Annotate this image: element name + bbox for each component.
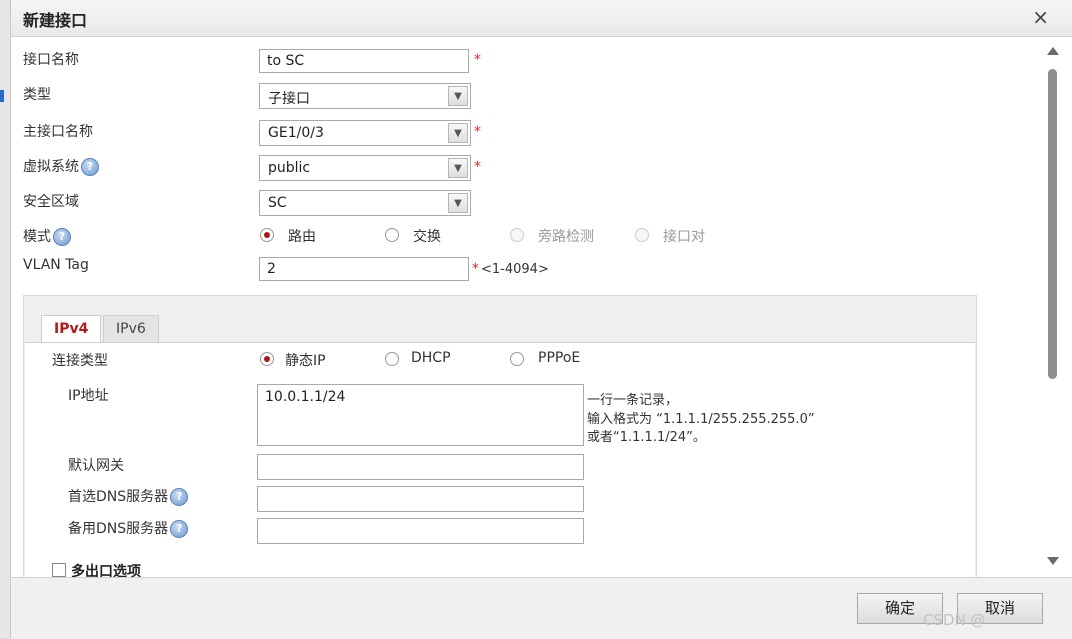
ip-address-textarea[interactable]: 10.0.1.1/24 xyxy=(257,384,584,446)
background-marker xyxy=(0,90,4,102)
dialog-title: 新建接口 xyxy=(23,11,88,30)
required-mark: * xyxy=(474,124,481,140)
type-label: 类型 xyxy=(23,87,51,103)
type-select[interactable]: 子接口 ▼ xyxy=(259,83,471,109)
mode-option-pair: 接口对 xyxy=(663,229,705,245)
default-gateway-input[interactable] xyxy=(257,454,584,480)
ip-hint-line1: 一行一条记录， xyxy=(587,393,679,408)
scroll-thumb[interactable] xyxy=(1048,69,1057,379)
mode-option-switch: 交换 xyxy=(413,229,441,245)
security-zone-select[interactable]: SC ▼ xyxy=(259,190,471,216)
conn-option-static: 静态IP xyxy=(285,353,326,369)
security-zone-label: 安全区域 xyxy=(23,194,79,210)
vertical-scrollbar[interactable] xyxy=(1043,37,1065,577)
chevron-down-icon: ▼ xyxy=(448,193,468,213)
virtual-system-select[interactable]: public ▼ xyxy=(259,155,471,181)
parent-interface-label: 主接口名称 xyxy=(23,124,93,140)
close-icon[interactable]: × xyxy=(1032,5,1049,29)
mode-radio-switch[interactable] xyxy=(385,228,399,242)
chevron-down-icon: ▼ xyxy=(448,123,468,143)
required-mark: * xyxy=(472,261,479,277)
scroll-down-icon[interactable] xyxy=(1047,557,1059,565)
help-icon[interactable]: ? xyxy=(81,158,99,176)
vlan-range-hint: <1-4094> xyxy=(481,262,549,277)
new-interface-dialog: 新建接口 × 接口名称 * 类型 子接口 ▼ 主接口名称 GE1/0/3 ▼ *… xyxy=(10,0,1072,639)
help-icon[interactable]: ? xyxy=(170,520,189,538)
help-icon[interactable]: ? xyxy=(170,488,189,506)
mode-radio-route[interactable] xyxy=(260,228,274,242)
scroll-up-icon[interactable] xyxy=(1047,47,1059,55)
multi-exit-checkbox[interactable] xyxy=(52,563,66,577)
backup-dns-label: 备用DNS服务器? xyxy=(68,518,189,538)
backup-dns-input[interactable] xyxy=(257,518,584,544)
primary-dns-label: 首选DNS服务器? xyxy=(68,486,189,506)
help-icon[interactable]: ? xyxy=(53,228,71,246)
default-gateway-label: 默认网关 xyxy=(68,458,124,474)
virtual-system-value: public xyxy=(268,160,311,176)
conn-radio-static[interactable] xyxy=(260,352,274,366)
interface-name-label: 接口名称 xyxy=(23,52,79,68)
dialog-body: 接口名称 * 类型 子接口 ▼ 主接口名称 GE1/0/3 ▼ * 虚拟系统? … xyxy=(11,37,1043,577)
mode-label: 模式? xyxy=(23,226,71,246)
watermark: CSDN @ xyxy=(923,611,986,629)
mode-option-route: 路由 xyxy=(288,229,316,245)
mode-radio-bypass xyxy=(510,228,524,242)
parent-interface-value: GE1/0/3 xyxy=(268,125,324,141)
chevron-down-icon: ▼ xyxy=(448,86,468,106)
vlan-tag-input[interactable] xyxy=(259,257,469,281)
tab-ipv6[interactable]: IPv6 xyxy=(103,315,159,342)
ip-address-label: IP地址 xyxy=(68,388,109,404)
connection-type-label: 连接类型 xyxy=(52,353,108,369)
conn-option-pppoe: PPPoE xyxy=(538,350,581,366)
conn-radio-pppoe[interactable] xyxy=(510,352,524,366)
ip-hint-line2: 输入格式为 “1.1.1.1/255.255.255.0” xyxy=(587,412,815,427)
conn-radio-dhcp[interactable] xyxy=(385,352,399,366)
vlan-tag-label: VLAN Tag xyxy=(23,257,89,273)
security-zone-value: SC xyxy=(268,195,287,211)
mode-radio-pair xyxy=(635,228,649,242)
required-mark: * xyxy=(474,52,481,68)
required-mark: * xyxy=(474,159,481,175)
primary-dns-input[interactable] xyxy=(257,486,584,512)
interface-name-input[interactable] xyxy=(259,49,469,73)
conn-option-dhcp: DHCP xyxy=(411,350,451,366)
tab-ipv4[interactable]: IPv4 xyxy=(41,315,102,344)
chevron-down-icon: ▼ xyxy=(448,158,468,178)
multi-exit-label: 多出口选项 xyxy=(71,564,141,577)
mode-option-bypass: 旁路检测 xyxy=(538,229,594,245)
virtual-system-label: 虚拟系统? xyxy=(23,156,99,176)
dialog-titlebar: 新建接口 × xyxy=(11,0,1072,37)
type-value: 子接口 xyxy=(268,91,310,107)
dialog-footer: 确定 取消 CSDN @ xyxy=(11,577,1072,639)
ip-hint-line3: 或者“1.1.1.1/24”。 xyxy=(587,430,706,445)
parent-interface-select[interactable]: GE1/0/3 ▼ xyxy=(259,120,471,146)
